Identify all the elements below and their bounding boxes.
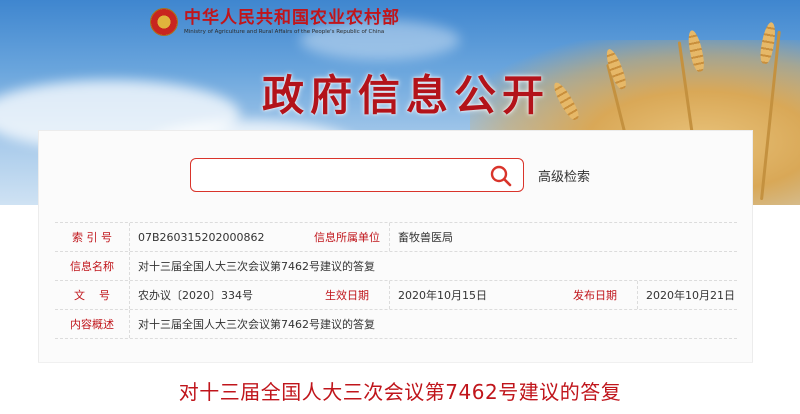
publish-date-value: 2020年10月21日 <box>637 281 737 309</box>
info-row: 索 引 号 07B260315202000862 信息所属单位 畜牧兽医局 <box>55 223 737 252</box>
info-table: 索 引 号 07B260315202000862 信息所属单位 畜牧兽医局 信息… <box>55 222 737 339</box>
ministry-logo[interactable]: 中华人民共和国农业农村部 Ministry of Agriculture and… <box>150 8 400 36</box>
publish-date-label: 发布日期 <box>573 289 617 302</box>
docno-value: 农办议〔2020〕334号 <box>129 281 305 309</box>
national-emblem-icon <box>150 8 178 36</box>
docno-label: 文 号 <box>74 289 110 302</box>
ministry-name-cn: 中华人民共和国农业农村部 <box>184 8 400 28</box>
ministry-name-en: Ministry of Agriculture and Rural Affair… <box>184 29 385 35</box>
search-bar: 高级检索 <box>190 158 590 192</box>
search-input[interactable] <box>199 163 479 187</box>
document-title: 对十三届全国人大三次会议第7462号建议的答复 <box>178 380 622 404</box>
effective-date-label: 生效日期 <box>325 289 369 302</box>
info-row: 信息名称 对十三届全国人大三次会议第7462号建议的答复 <box>55 252 737 281</box>
dept-label: 信息所属单位 <box>314 231 380 244</box>
summary-label: 内容概述 <box>70 318 114 331</box>
search-icon[interactable] <box>489 164 513 188</box>
dept-value: 畜牧兽医局 <box>389 223 737 251</box>
index-value: 07B260315202000862 <box>129 223 305 251</box>
info-row: 内容概述 对十三届全国人大三次会议第7462号建议的答复 <box>55 310 737 339</box>
page-title: 政府信息公开 <box>262 71 551 120</box>
info-row: 文 号 农办议〔2020〕334号 生效日期 2020年10月15日 发布日期 … <box>55 281 737 310</box>
summary-value: 对十三届全国人大三次会议第7462号建议的答复 <box>129 310 737 338</box>
name-value: 对十三届全国人大三次会议第7462号建议的答复 <box>129 252 737 280</box>
name-label: 信息名称 <box>70 260 114 273</box>
search-box <box>190 158 524 192</box>
effective-date-value: 2020年10月15日 <box>389 281 553 309</box>
advanced-search-link[interactable]: 高级检索 <box>538 166 590 185</box>
index-label: 索 引 号 <box>72 231 112 244</box>
